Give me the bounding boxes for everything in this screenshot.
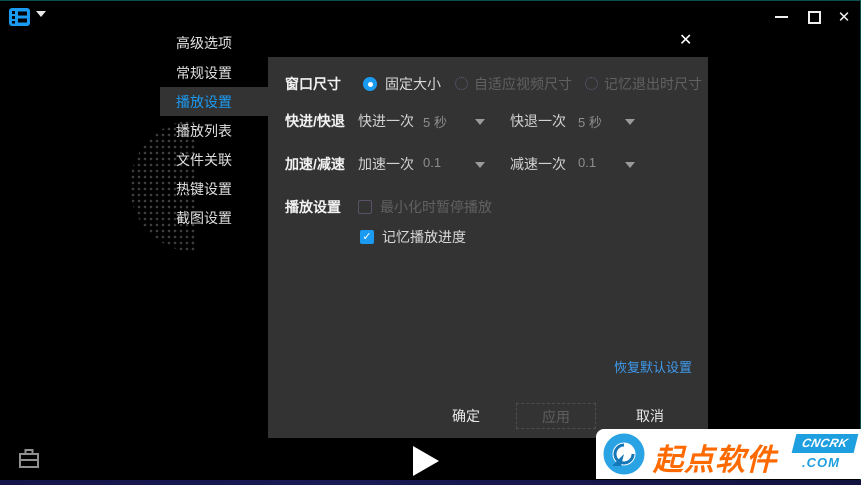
play-icon[interactable] bbox=[413, 446, 439, 476]
settings-sidebar: 常规设置 播放设置 播放列表 文件关联 热键设置 截图设置 bbox=[160, 58, 268, 232]
app-menu-caret-icon[interactable] bbox=[36, 11, 46, 17]
window-close-button[interactable]: ✕ bbox=[833, 8, 855, 26]
radio-adapt-video-size-label: 自适应视频尺寸 bbox=[474, 76, 572, 92]
dialog-title: 高级选项 bbox=[176, 35, 232, 51]
speed-up-caret-icon[interactable] bbox=[475, 162, 485, 168]
minimize-button[interactable] bbox=[770, 8, 792, 26]
watermark-logo: 起点软件 CNCRK .COM bbox=[596, 429, 861, 479]
speed-up-select[interactable]: 0.1 bbox=[423, 155, 441, 170]
checkbox-remember-progress-label[interactable]: 记忆播放进度 bbox=[382, 227, 466, 247]
playback-settings-label: 播放设置 bbox=[285, 199, 341, 215]
seek-backward-caret-icon[interactable] bbox=[625, 119, 635, 125]
apply-button: 应用 bbox=[516, 403, 596, 429]
radio-fixed-size-label[interactable]: 固定大小 bbox=[385, 74, 441, 94]
watermark-brand-text: 起点软件 bbox=[653, 444, 777, 477]
checkbox-pause-on-minimize bbox=[358, 200, 372, 214]
dialog-close-icon[interactable]: ✕ bbox=[679, 30, 692, 50]
window-top-border bbox=[0, 0, 861, 1]
seek-forward-caret-icon[interactable] bbox=[475, 119, 485, 125]
speed-down-label: 减速一次 bbox=[510, 156, 566, 172]
maximize-icon bbox=[807, 10, 821, 24]
minimize-icon bbox=[774, 16, 788, 18]
seek-forward-select[interactable]: 5 秒 bbox=[423, 112, 447, 131]
sidebar-item-hotkeys[interactable]: 热键设置 bbox=[160, 174, 268, 203]
sidebar-item-screenshot[interactable]: 截图设置 bbox=[160, 203, 268, 232]
window-size-label: 窗口尺寸 bbox=[285, 76, 341, 92]
seek-label: 快进/快退 bbox=[285, 113, 345, 129]
window-size-row: 窗口尺寸 固定大小 自适应视频尺寸 记忆退出时尺寸 bbox=[268, 74, 708, 96]
checkbox-pause-on-minimize-label: 最小化时暂停播放 bbox=[380, 199, 492, 215]
speed-label: 加速/减速 bbox=[285, 156, 345, 172]
seekbar[interactable] bbox=[0, 480, 861, 485]
close-icon: ✕ bbox=[837, 8, 851, 26]
sidebar-item-file-assoc[interactable]: 文件关联 bbox=[160, 145, 268, 174]
settings-panel: 窗口尺寸 固定大小 自适应视频尺寸 记忆退出时尺寸 快进/快退 快进一次 5 秒… bbox=[268, 57, 708, 438]
filmstrip-icon[interactable] bbox=[8, 7, 32, 27]
seek-row: 快进/快退 快进一次 5 秒 快退一次 5 秒 bbox=[268, 111, 708, 133]
ok-button[interactable]: 确定 bbox=[426, 403, 506, 429]
speed-down-caret-icon[interactable] bbox=[625, 162, 635, 168]
watermark-swirl-icon bbox=[601, 431, 647, 480]
briefcase-icon[interactable] bbox=[17, 448, 41, 473]
sidebar-item-playlist[interactable]: 播放列表 bbox=[160, 116, 268, 145]
watermark-badge: CNCRK bbox=[791, 434, 859, 453]
seek-forward-label: 快进一次 bbox=[358, 113, 414, 129]
cancel-button[interactable]: 取消 bbox=[610, 403, 690, 429]
speed-down-select[interactable]: 0.1 bbox=[578, 155, 596, 170]
restore-defaults-link[interactable]: 恢复默认设置 bbox=[614, 357, 692, 376]
seek-backward-select[interactable]: 5 秒 bbox=[578, 112, 602, 131]
sidebar-item-general[interactable]: 常规设置 bbox=[160, 58, 268, 87]
seek-backward-label: 快退一次 bbox=[510, 113, 566, 129]
speed-up-label: 加速一次 bbox=[358, 156, 414, 172]
radio-remember-exit-size bbox=[585, 77, 598, 90]
checkbox-remember-progress[interactable]: ✓ bbox=[360, 230, 374, 244]
sidebar-item-playback[interactable]: 播放设置 bbox=[160, 87, 268, 116]
playback-settings-row: 播放设置 最小化时暂停播放 bbox=[268, 197, 708, 219]
radio-adapt-video-size bbox=[455, 77, 468, 90]
watermark-badge-domain: .COM bbox=[802, 455, 840, 470]
speed-row: 加速/减速 加速一次 0.1 减速一次 0.1 bbox=[268, 154, 708, 176]
maximize-button[interactable] bbox=[803, 8, 825, 26]
radio-remember-exit-size-label: 记忆退出时尺寸 bbox=[604, 76, 702, 92]
remember-progress-row: ✓ 记忆播放进度 bbox=[268, 227, 708, 249]
radio-fixed-size[interactable] bbox=[363, 77, 377, 91]
video-player-window: { "icons": { "caret_down": "▼", "check":… bbox=[0, 0, 861, 485]
